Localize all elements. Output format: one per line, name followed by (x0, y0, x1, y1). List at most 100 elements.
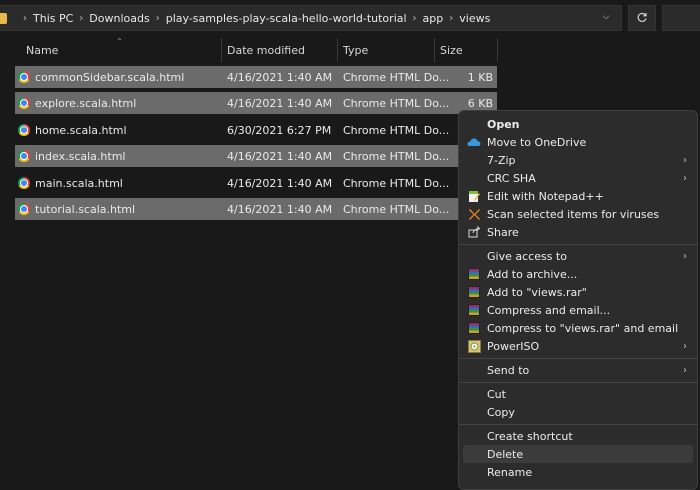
file-name: home.scala.html (35, 123, 127, 137)
menu-item-give-access[interactable]: Give access to › (463, 247, 693, 265)
menu-item-label: Move to OneDrive (487, 135, 587, 149)
chrome-icon (18, 177, 30, 189)
menu-item-poweriso[interactable]: PowerISO › (463, 337, 693, 355)
menu-item-label: Cut (487, 387, 506, 401)
menu-item-label: 7-Zip (487, 153, 516, 167)
chrome-icon (18, 71, 30, 83)
file-row-explore[interactable]: explore.scala.html 4/16/2021 1:40 AM Chr… (15, 92, 497, 114)
file-type: Chrome HTML Do... (343, 202, 450, 216)
winrar-icon (467, 285, 481, 299)
file-date: 4/16/2021 1:40 AM (227, 96, 333, 110)
file-size: 1 KB (467, 70, 493, 84)
refresh-icon (637, 12, 647, 22)
winrar-icon (467, 321, 481, 335)
menu-item-label: Copy (487, 405, 515, 419)
menu-item-delete[interactable]: Delete (463, 445, 693, 463)
column-divider[interactable] (221, 38, 222, 62)
antivirus-icon (467, 207, 481, 221)
chevron-right-icon[interactable]: › (79, 13, 83, 24)
column-header-size[interactable]: Size (440, 38, 463, 62)
menu-item-create-shortcut[interactable]: Create shortcut (463, 427, 693, 445)
menu-item-label: PowerISO (487, 339, 540, 353)
file-name-cell: main.scala.html (18, 172, 218, 194)
menu-item-compress-email[interactable]: Compress and email... (463, 301, 693, 319)
chevron-right-icon[interactable]: › (23, 13, 27, 24)
chevron-down-icon[interactable]: ⌵ (599, 10, 613, 24)
breadcrumb-app[interactable]: app (423, 12, 444, 25)
search-input[interactable] (662, 5, 700, 31)
menu-item-cut[interactable]: Cut (463, 385, 693, 403)
column-header-name[interactable]: Name (26, 38, 58, 62)
file-row-index[interactable]: index.scala.html 4/16/2021 1:40 AM Chrom… (15, 145, 497, 167)
menu-item-label: Give access to (487, 249, 567, 263)
winrar-icon (467, 303, 481, 317)
winrar-icon (467, 267, 481, 281)
chevron-right-icon: › (683, 364, 687, 376)
sort-ascending-icon: ⌃ (116, 37, 123, 46)
menu-item-edit-notepad[interactable]: Edit with Notepad++ (463, 187, 693, 205)
breadcrumb-views[interactable]: views (459, 12, 490, 25)
chevron-right-icon: › (683, 172, 687, 184)
menu-item-label: Compress to "views.rar" and email (487, 321, 679, 335)
file-row-main[interactable]: main.scala.html 4/16/2021 1:40 AM Chrome… (15, 172, 497, 194)
column-header-date[interactable]: Date modified (227, 38, 305, 62)
breadcrumb-project[interactable]: play-samples-play-scala-hello-world-tuto… (166, 12, 407, 25)
breadcrumb-downloads[interactable]: Downloads (89, 12, 149, 25)
menu-separator (459, 244, 697, 245)
file-name: main.scala.html (35, 176, 123, 190)
file-date: 4/16/2021 1:40 AM (227, 149, 333, 163)
menu-item-copy[interactable]: Copy (463, 403, 693, 421)
menu-item-open[interactable]: Open (463, 115, 693, 133)
share-icon (467, 225, 481, 239)
menu-item-compress-views-email[interactable]: Compress to "views.rar" and email (463, 319, 693, 337)
menu-item-move-to-onedrive[interactable]: Move to OneDrive (463, 133, 693, 151)
file-name: index.scala.html (35, 149, 126, 163)
file-date: 4/16/2021 1:40 AM (227, 202, 333, 216)
file-date: 4/16/2021 1:40 AM (227, 176, 333, 190)
menu-item-scan-viruses[interactable]: Scan selected items for viruses (463, 205, 693, 223)
menu-item-label: Compress and email... (487, 303, 611, 317)
address-bar[interactable]: › This PC › Downloads › play-samples-pla… (0, 5, 622, 31)
menu-item-label: Share (487, 225, 519, 239)
menu-item-label: Open (487, 117, 520, 131)
menu-item-label: Send to (487, 363, 530, 377)
menu-item-7zip[interactable]: 7-Zip › (463, 151, 693, 169)
file-name-cell: home.scala.html (18, 119, 218, 141)
file-name: explore.scala.html (35, 96, 137, 110)
menu-item-add-to-views-rar[interactable]: Add to "views.rar" (463, 283, 693, 301)
refresh-button[interactable] (628, 5, 656, 31)
menu-separator (459, 358, 697, 359)
file-date: 6/30/2021 6:27 PM (227, 123, 332, 137)
chevron-right-icon[interactable]: › (156, 13, 160, 24)
column-divider[interactable] (434, 38, 435, 62)
menu-item-label: Create shortcut (487, 429, 573, 443)
menu-item-send-to[interactable]: Send to › (463, 361, 693, 379)
menu-separator (459, 382, 697, 383)
onedrive-icon (467, 135, 481, 149)
file-row-commonsidebar[interactable]: commonSidebar.scala.html 4/16/2021 1:40 … (15, 66, 497, 88)
column-header-type[interactable]: Type (343, 38, 368, 62)
chevron-right-icon[interactable]: › (449, 13, 453, 24)
poweriso-icon (467, 339, 481, 353)
menu-item-label: Rename (487, 465, 533, 479)
breadcrumb-this-pc[interactable]: This PC (33, 12, 73, 25)
menu-item-share[interactable]: Share (463, 223, 693, 241)
file-name: tutorial.scala.html (35, 202, 136, 216)
menu-item-add-to-archive[interactable]: Add to archive... (463, 265, 693, 283)
file-type: Chrome HTML Do... (343, 149, 450, 163)
column-divider[interactable] (337, 38, 338, 62)
menu-item-label: Add to "views.rar" (487, 285, 587, 299)
chevron-right-icon[interactable]: › (413, 13, 417, 24)
menu-item-label: Scan selected items for viruses (487, 207, 660, 221)
chevron-right-icon: › (683, 340, 687, 352)
chrome-icon (18, 97, 30, 109)
menu-item-crc-sha[interactable]: CRC SHA › (463, 169, 693, 187)
file-date: 4/16/2021 1:40 AM (227, 70, 333, 84)
address-bar-row: › This PC › Downloads › play-samples-pla… (0, 0, 700, 36)
column-divider[interactable] (497, 38, 498, 62)
file-row-tutorial[interactable]: tutorial.scala.html 4/16/2021 1:40 AM Ch… (15, 198, 497, 220)
context-menu: Open Move to OneDrive 7-Zip › CRC SHA › … (458, 110, 698, 490)
menu-item-label: Add to archive... (487, 267, 578, 281)
file-row-home[interactable]: home.scala.html 6/30/2021 6:27 PM Chrome… (15, 119, 497, 141)
menu-item-rename[interactable]: Rename (463, 463, 693, 481)
